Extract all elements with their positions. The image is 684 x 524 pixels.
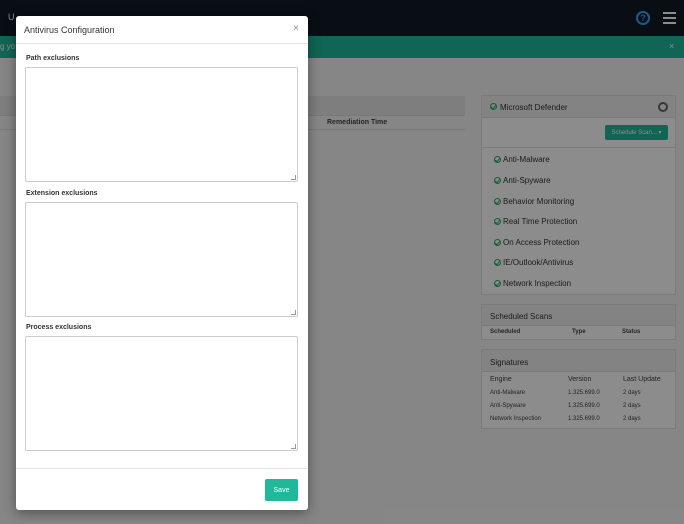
extension-exclusions-label: Extension exclusions bbox=[26, 190, 98, 197]
path-exclusions-textarea[interactable] bbox=[25, 67, 298, 182]
antivirus-config-modal: Antivirus Configuration × Path exclusion… bbox=[16, 16, 308, 510]
save-button[interactable]: Save bbox=[265, 479, 298, 501]
process-exclusions-textarea[interactable] bbox=[25, 336, 298, 451]
process-exclusions-label: Process exclusions bbox=[26, 324, 92, 331]
close-icon[interactable]: × bbox=[293, 23, 299, 34]
modal-header: Antivirus Configuration × bbox=[16, 16, 308, 44]
extension-exclusions-textarea[interactable] bbox=[25, 202, 298, 317]
resize-handle-icon[interactable] bbox=[291, 175, 296, 180]
resize-handle-icon[interactable] bbox=[291, 310, 296, 315]
modal-title: Antivirus Configuration bbox=[24, 25, 115, 35]
resize-handle-icon[interactable] bbox=[291, 444, 296, 449]
path-exclusions-label: Path exclusions bbox=[26, 55, 80, 62]
divider bbox=[16, 468, 308, 469]
